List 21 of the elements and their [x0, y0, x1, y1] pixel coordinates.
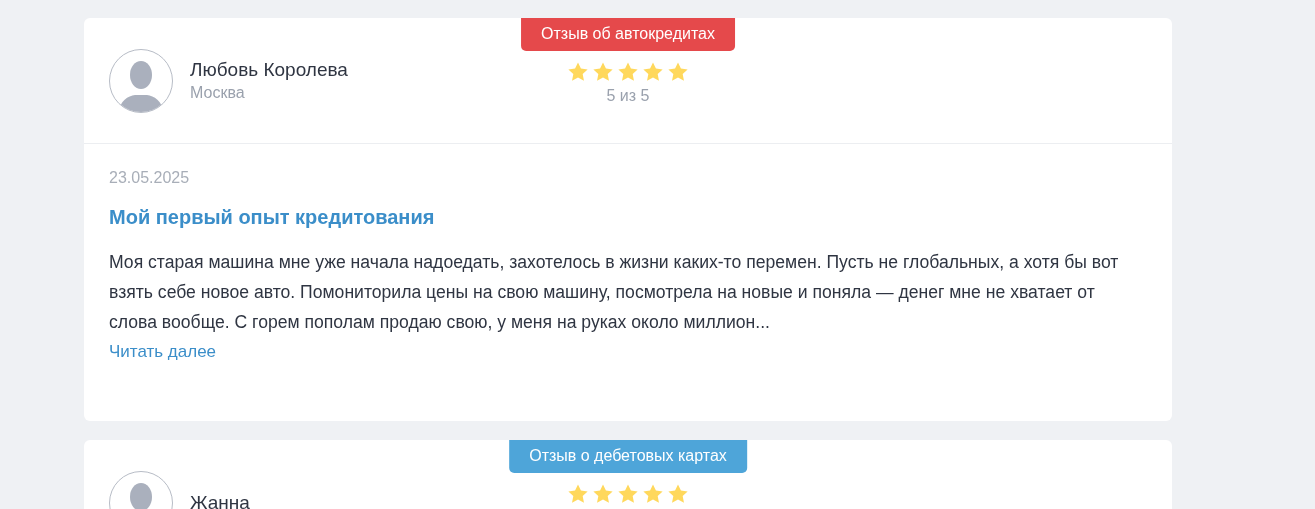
star-icon [667, 61, 689, 83]
avatar-icon [109, 48, 173, 113]
star-icon [642, 483, 664, 505]
review-title[interactable]: Мой первый опыт кредитования [109, 206, 435, 229]
author-name: Жанна [190, 491, 250, 509]
star-icon [617, 483, 639, 505]
author-city: Москва [190, 84, 246, 102]
review-date: 23.05.2025 [109, 169, 190, 187]
star-icon [592, 483, 614, 505]
read-more-link[interactable]: Читать далее [109, 342, 217, 361]
rating-text: 5 из 5 [606, 87, 650, 105]
category-tag: Отзыв о дебетовых картах [509, 440, 747, 473]
category-tag: Отзыв об автокредитах [521, 18, 735, 51]
star-icon [667, 483, 689, 505]
review-text: Моя старая машина мне уже начала надоедать, захотелось в жизни каких-то перемен. Пусть не глобальных, а хотя бы вот взять себе новое авто. Помониторила цены на свою машину, посмотрела на новые и поняла — денег мне не хватает от слова вообще. С горем пополам продаю свою, у меня на руках около миллион... [109, 251, 1120, 334]
star-icon [592, 61, 614, 83]
star-icon [567, 61, 589, 83]
star-icon [567, 483, 589, 505]
star-icon [642, 61, 664, 83]
star-icon [617, 61, 639, 83]
author-name: Любовь Королева [190, 59, 348, 81]
